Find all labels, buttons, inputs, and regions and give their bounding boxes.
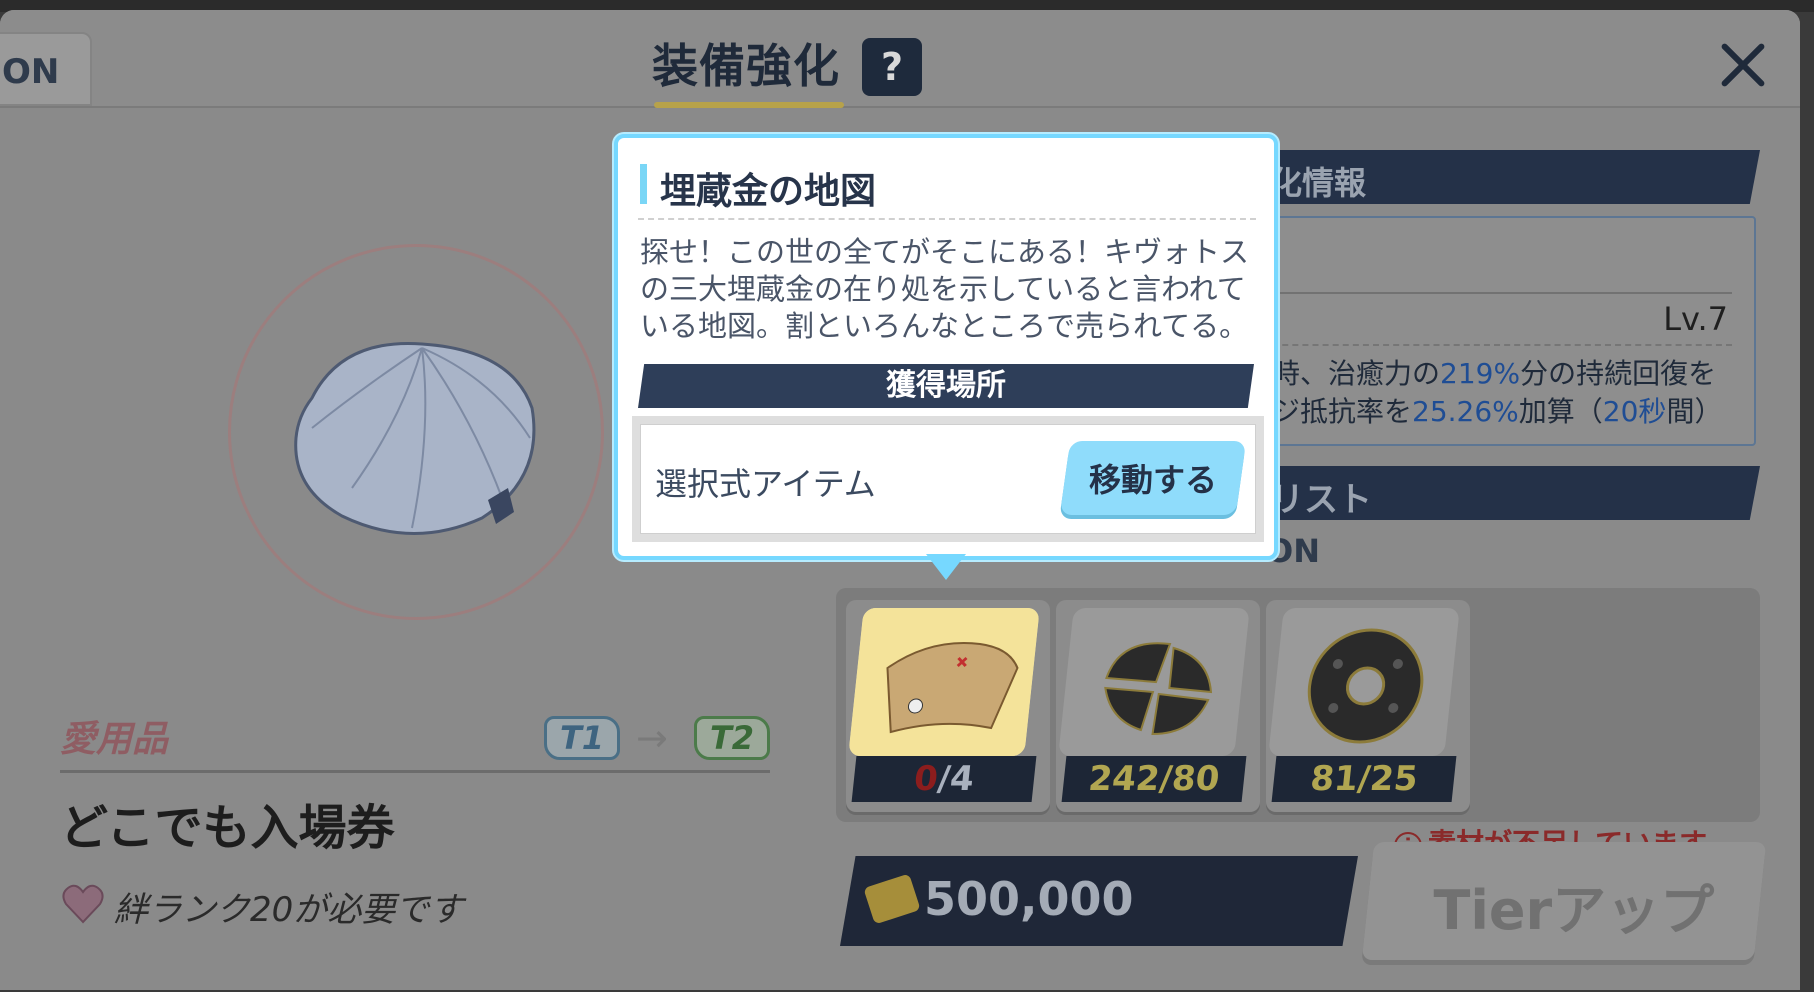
go-button[interactable]: 移動する <box>1059 441 1247 515</box>
material-count: 81/25 <box>1271 756 1457 802</box>
source-label: 選択式アイテム <box>655 465 876 503</box>
left-tab[interactable]: ON <box>0 32 92 106</box>
broken-disc-icon <box>1058 608 1250 756</box>
list-header-label: リスト <box>1270 480 1372 520</box>
disc-icon <box>1268 608 1460 756</box>
acquisition-source-row: 選択式アイテム 移動する <box>640 424 1256 534</box>
tier-from-badge: T1 <box>544 716 620 760</box>
material-count: 242/80 <box>1061 756 1247 802</box>
item-name: どこでも入場券 <box>60 800 395 856</box>
effect-text-line1: 時、治癒力の219%分の持続回復を <box>1272 357 1717 390</box>
acquisition-list: 選択式アイテム 移動する <box>632 416 1264 542</box>
help-button[interactable]: ? <box>862 38 922 96</box>
material-slot-treasure-map[interactable]: 0/4 <box>846 600 1050 812</box>
info-header: 化情報 <box>1250 150 1760 204</box>
popup-pointer <box>926 554 966 580</box>
popup-separator <box>638 218 1256 220</box>
treasure-map-icon <box>848 608 1040 756</box>
title-underline <box>654 102 844 108</box>
info-box: Lv.7 時、治癒力の219%分の持続回復を ジ抵抗率を25.26%加算（20秒… <box>1250 216 1756 446</box>
info-dash-separator <box>1252 344 1732 346</box>
level-value: Lv.7 <box>1663 300 1728 338</box>
popup-description: 探せ！この世の全てがそこにある！キヴォトスの三大埋蔵金の在り処を示していると言わ… <box>640 235 1250 343</box>
info-header-label: 化情報 <box>1270 164 1367 202</box>
go-button-label: 移動する <box>1089 461 1218 499</box>
heart-icon <box>62 884 104 924</box>
effect-text-line2: ジ抵抗率を25.26%加算（20秒間） <box>1272 395 1723 428</box>
item-category: 愛用品 <box>60 719 169 760</box>
tier-to-badge: T2 <box>694 716 770 760</box>
material-slot-disc[interactable]: 81/25 <box>1266 600 1470 812</box>
material-count: 0/4 <box>851 756 1037 802</box>
cost-value: 500,000 <box>924 872 1134 926</box>
cost-bar: 500,000 <box>840 856 1358 946</box>
item-info-popup: 埋蔵金の地図 探せ！この世の全てがそこにある！キヴォトスの三大埋蔵金の在り処を示… <box>614 134 1278 560</box>
acquisition-header-label: 獲得場所 <box>886 368 1006 403</box>
acquisition-header: 獲得場所 <box>638 364 1254 408</box>
page-title: 装備強化 <box>652 39 840 93</box>
tier-up-button[interactable]: Tierアップ <box>1361 842 1767 960</box>
tier-up-label: Tierアップ <box>1433 879 1715 942</box>
pouch-item-icon <box>294 341 536 535</box>
credit-icon <box>863 873 921 925</box>
bond-requirement: 絆ランク20が必要です <box>114 890 464 930</box>
title-accent-bar <box>640 164 647 204</box>
close-icon[interactable] <box>1710 32 1776 98</box>
material-list-header: リスト <box>1250 466 1760 520</box>
divider <box>60 770 770 773</box>
arrow-right-icon: → <box>636 716 668 760</box>
left-tab-label: ON <box>2 52 60 92</box>
info-separator <box>1252 292 1732 294</box>
popup-title: 埋蔵金の地図 <box>660 171 877 212</box>
material-slot-broken-disc[interactable]: 242/80 <box>1056 600 1260 812</box>
